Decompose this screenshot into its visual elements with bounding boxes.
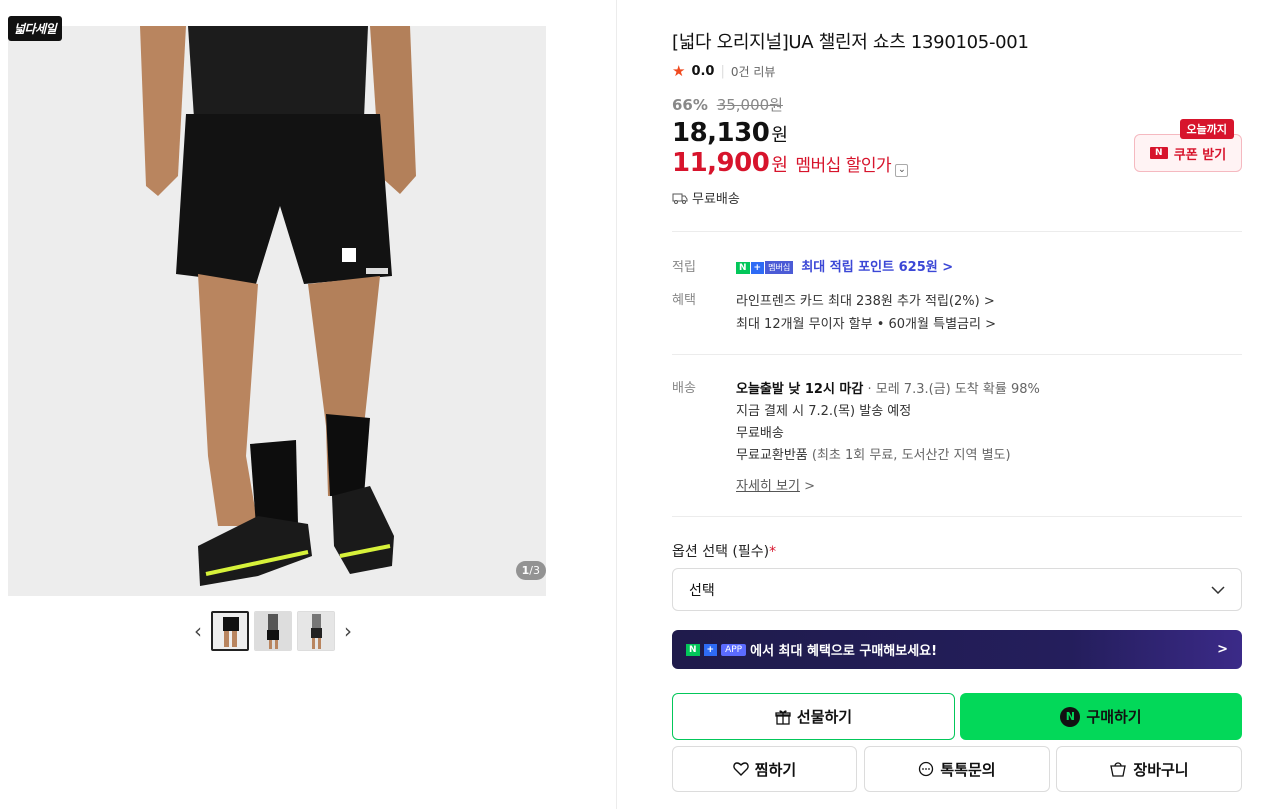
- product-title: [넓다 오리지널]UA 챌린저 쇼츠 1390105-001: [672, 32, 1029, 53]
- option-label: 옵션 선택 (필수)*: [672, 541, 776, 561]
- truck-icon: [672, 193, 688, 204]
- option-select-value: 선택: [689, 582, 715, 599]
- shipping-summary: 무료배송: [672, 188, 740, 207]
- sale-price-unit: 원: [771, 125, 788, 146]
- delivery-arrival: · 모레 7.3.(금) 도착 확률 98%: [863, 382, 1040, 397]
- badge-plus: +: [750, 261, 765, 274]
- divider: [672, 354, 1242, 355]
- thumb-next-icon[interactable]: ›: [340, 611, 356, 651]
- product-photo: [8, 26, 546, 596]
- buy-button-label: 구매하기: [1086, 708, 1142, 726]
- point-text: 최대 적립 포인트 625원 >: [801, 260, 954, 275]
- gift-icon: [775, 709, 791, 725]
- talktalk-button-label: 톡톡문의: [940, 760, 996, 779]
- cart-button[interactable]: 장바구니: [1056, 746, 1242, 792]
- free-return-text: 무료교환반품: [736, 448, 808, 463]
- heart-icon: [733, 762, 749, 776]
- sale-price: 18,130 원: [672, 118, 788, 148]
- sale-badge: 넓다세일: [8, 16, 63, 41]
- delivery-line-3: 무료배송: [736, 426, 784, 441]
- option-label-text: 옵션 선택 (필수): [672, 544, 770, 560]
- buy-button[interactable]: N 구매하기: [960, 693, 1242, 740]
- rating-row: ★ 0.0 | 0건 리뷰: [672, 62, 775, 80]
- gift-button[interactable]: 선물하기: [672, 693, 955, 740]
- coupon-button-label: 쿠폰 받기: [1173, 147, 1227, 163]
- delivery-detail-link[interactable]: 자세히 보기 >: [736, 475, 815, 494]
- app-badge: APP: [721, 643, 747, 656]
- cart-button-label: 장바구니: [1133, 760, 1189, 779]
- wishlist-button-label: 찜하기: [754, 760, 797, 779]
- free-return-note: (최초 1회 무료, 도서산간 지역 별도): [807, 448, 1011, 463]
- chevron-right-icon: >: [1217, 642, 1228, 657]
- gift-button-label: 선물하기: [796, 708, 853, 726]
- image-counter: 1/3: [515, 561, 546, 580]
- required-mark: *: [769, 544, 777, 560]
- option-select[interactable]: 선택: [672, 568, 1242, 611]
- original-price: 35,000원: [716, 96, 783, 114]
- image-counter-total: /3: [529, 564, 540, 577]
- badge-n: N: [736, 261, 750, 274]
- product-gallery: 1/3 넓다세일 ‹ ›: [0, 0, 617, 809]
- coupon-deadline-badge: 오늘까지: [1179, 119, 1234, 139]
- thumbnail-image: [213, 613, 247, 649]
- rating-score: 0.0: [691, 63, 715, 79]
- thumbnail-strip: ‹ ›: [190, 611, 356, 651]
- star-icon: ★: [672, 62, 686, 80]
- app-promo-content: N + APP 에서 최대 혜택으로 구매해보세요!: [686, 640, 937, 659]
- delivery-line-1: 오늘출발 낮 12시 마감 · 모레 7.3.(금) 도착 확률 98%: [736, 378, 1040, 397]
- thumbnail-1[interactable]: [211, 611, 249, 651]
- member-price-value: 11,900: [672, 148, 770, 178]
- delivery-cutoff: 오늘출발 낮 12시 마감: [736, 382, 864, 397]
- divider: [672, 231, 1242, 232]
- naver-plus-membership-icon: N + 멤버십: [736, 261, 794, 274]
- point-row[interactable]: N + 멤버십 최대 적립 포인트 625원 >: [736, 256, 953, 275]
- member-price-label: 멤버십 할인가: [795, 156, 892, 176]
- point-label: 적립: [672, 260, 696, 275]
- coupon-button[interactable]: N 쿠폰 받기: [1134, 134, 1242, 172]
- thumbnail-2[interactable]: [254, 611, 292, 651]
- chevron-right-icon: >: [804, 479, 815, 494]
- member-price-row[interactable]: 11,900 원 멤버십 할인가 ⌄: [672, 148, 909, 178]
- app-badge-n: N: [686, 643, 700, 656]
- card-benefit-link[interactable]: 라인프렌즈 카드 최대 238원 추가 적립(2%) >: [736, 290, 995, 309]
- benefit-label: 혜택: [672, 293, 696, 308]
- thumbnail-image: [255, 612, 291, 650]
- app-promo-banner[interactable]: N + APP 에서 최대 혜택으로 구매해보세요! >: [672, 630, 1242, 669]
- installment-benefit-link[interactable]: 최대 12개월 무이자 할부 • 60개월 특별금리 >: [736, 313, 996, 332]
- delivery-line-2: 지금 결제 시 7.2.(목) 발송 예정: [736, 404, 912, 419]
- wishlist-button[interactable]: 찜하기: [672, 746, 857, 792]
- shipping-summary-text: 무료배송: [692, 192, 740, 207]
- detail-link-text: 자세히 보기: [736, 479, 800, 494]
- rating-divider: |: [720, 63, 725, 79]
- talktalk-button[interactable]: 톡톡문의: [864, 746, 1050, 792]
- review-count-link[interactable]: 0건 리뷰: [731, 63, 776, 80]
- naver-logo-icon: N: [1149, 147, 1168, 159]
- member-price-unit: 원: [771, 155, 788, 176]
- thumbnail-3[interactable]: [297, 611, 335, 651]
- delivery-line-4: 무료교환반품 (최초 1회 무료, 도서산간 지역 별도): [736, 444, 1011, 463]
- discount-row: 66% 35,000원: [672, 94, 783, 115]
- sale-price-value: 18,130: [672, 118, 770, 148]
- discount-rate: 66%: [672, 96, 708, 114]
- app-promo-text: 에서 최대 혜택으로 구매해보세요!: [750, 644, 938, 659]
- chat-bubble-icon: [919, 761, 934, 777]
- naver-pay-icon: N: [1060, 706, 1081, 727]
- chevron-down-icon: [1211, 585, 1225, 594]
- divider: [672, 516, 1242, 517]
- delivery-label: 배송: [672, 381, 696, 396]
- thumb-prev-icon[interactable]: ‹: [190, 611, 206, 651]
- shopping-bag-icon: [1110, 762, 1127, 777]
- main-product-image[interactable]: 1/3: [8, 26, 546, 596]
- chevron-down-icon[interactable]: ⌄: [895, 164, 909, 177]
- app-badge-plus: +: [703, 643, 718, 656]
- thumbnail-image: [298, 612, 334, 650]
- badge-membership: 멤버십: [765, 261, 794, 274]
